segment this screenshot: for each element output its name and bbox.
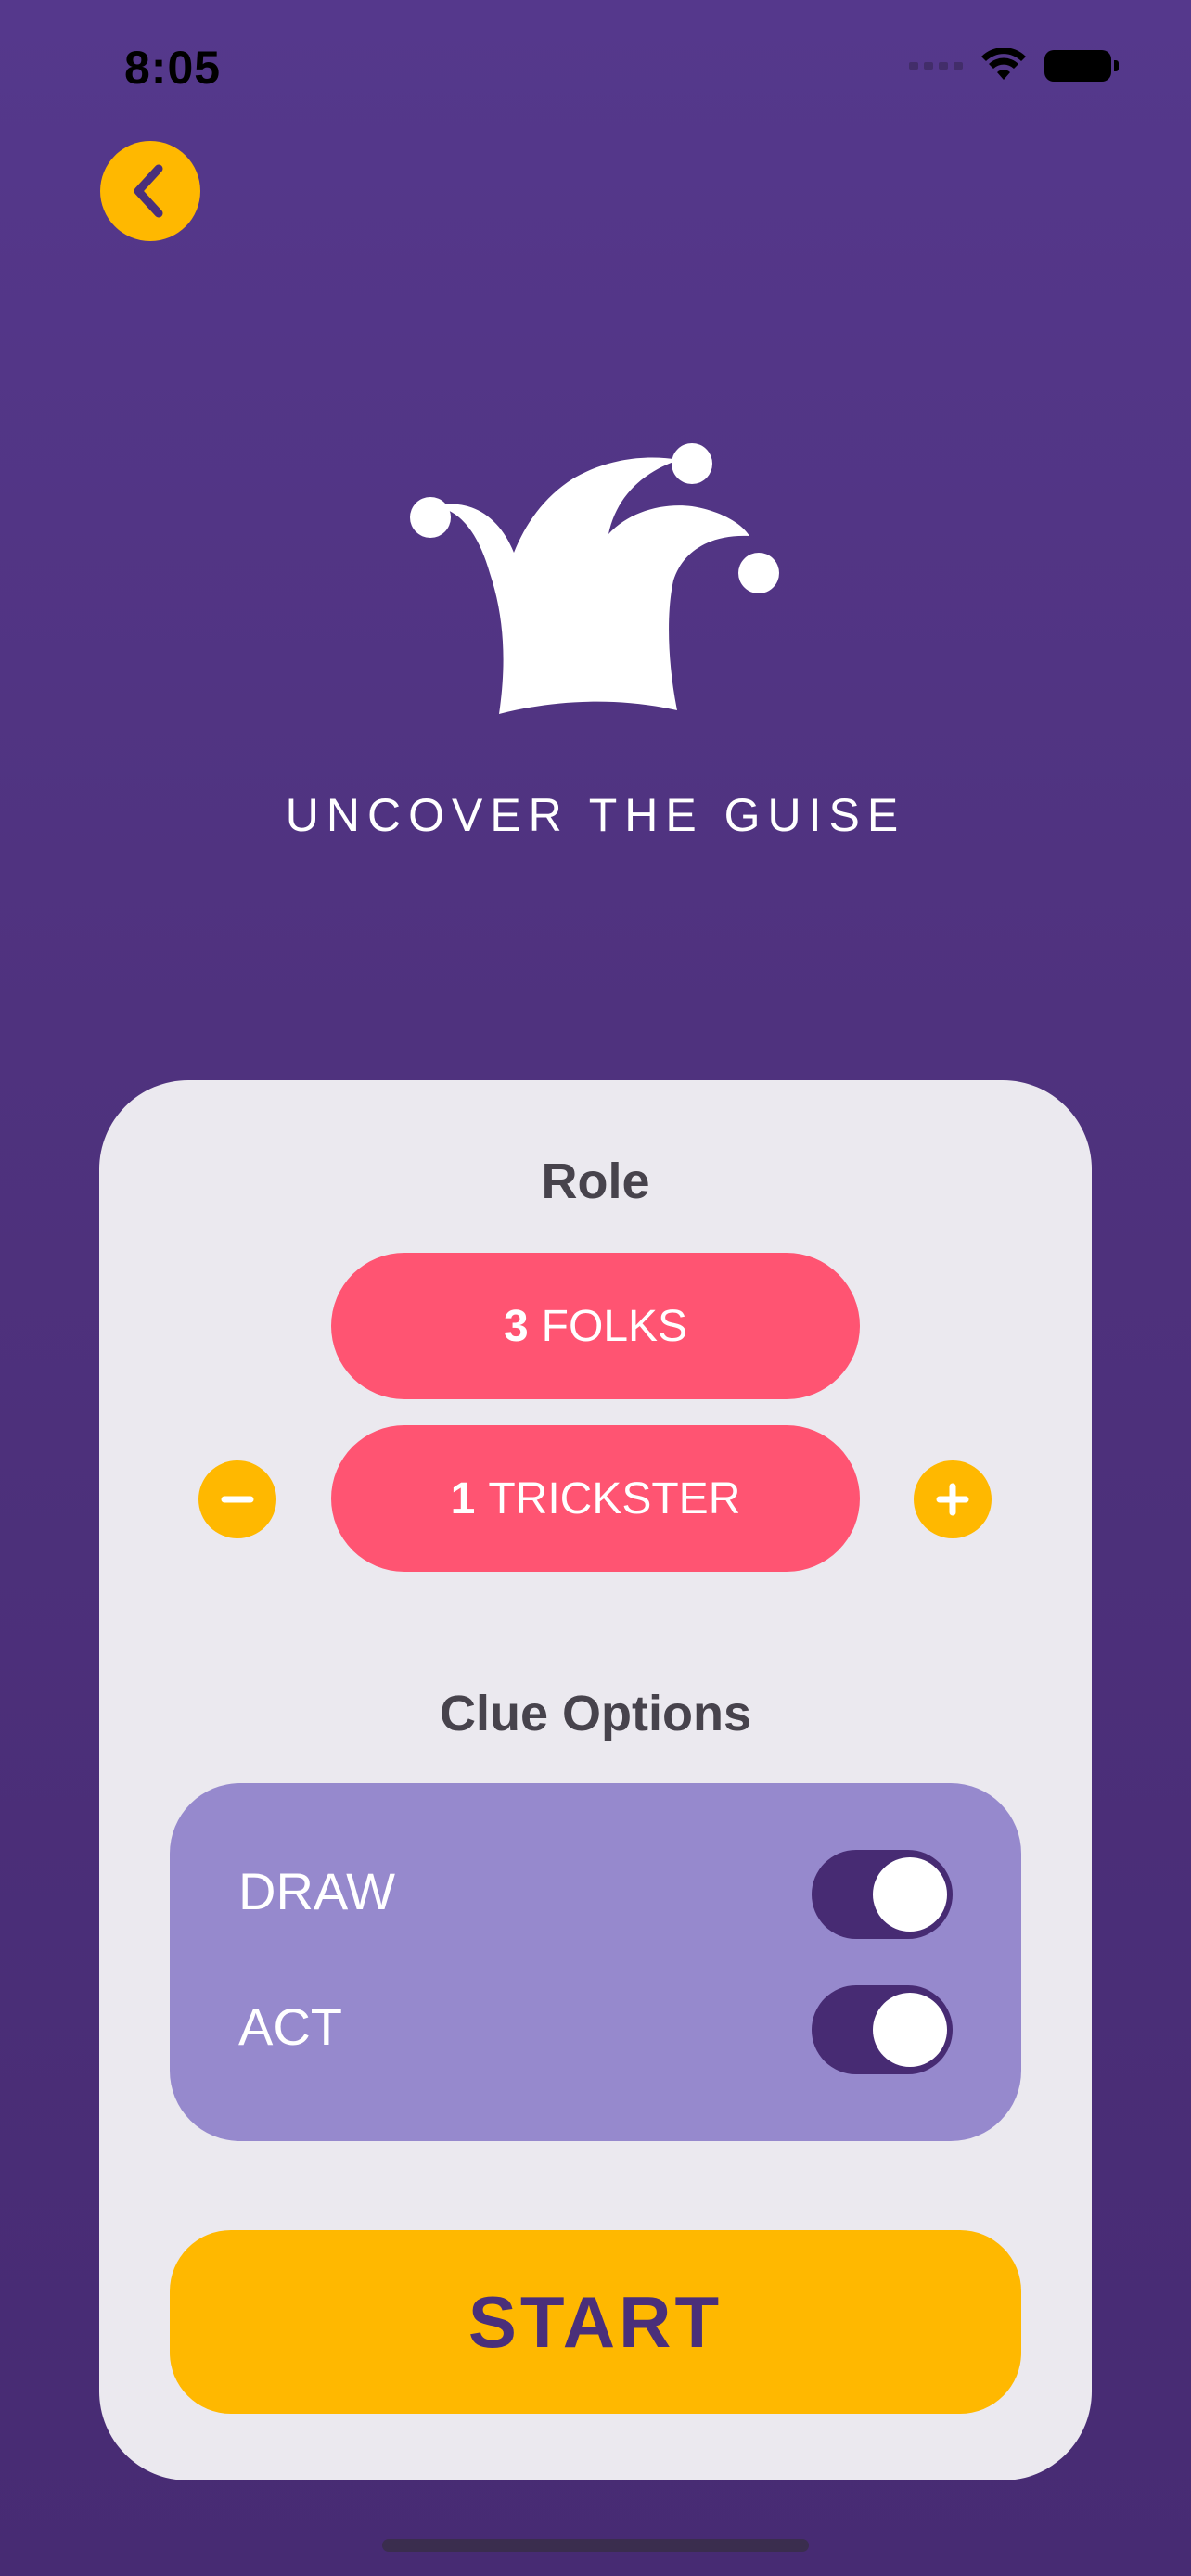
folks-label: FOLKS <box>541 1301 688 1351</box>
tagline: UNCOVER THE GUISE <box>285 789 906 841</box>
start-button[interactable]: START <box>170 2230 1021 2414</box>
home-indicator <box>382 2539 809 2552</box>
settings-card: Role 3 FOLKS 1 TRICKSTER Clue Options DR… <box>99 1080 1092 2480</box>
clue-options-box: DRAW ACT <box>170 1783 1021 2141</box>
decrease-trickster-button[interactable] <box>198 1460 276 1538</box>
clue-options-title: Clue Options <box>440 1686 751 1741</box>
back-chevron-icon <box>134 164 163 218</box>
option-draw-label: DRAW <box>238 1862 396 1920</box>
status-indicators <box>909 48 1119 83</box>
toggle-knob <box>873 1857 947 1932</box>
trickster-pill: 1 TRICKSTER <box>331 1425 860 1572</box>
jester-hat-icon <box>410 443 779 714</box>
option-act-label: ACT <box>238 1997 342 2056</box>
role-title: Role <box>541 1154 650 1209</box>
folks-count: 3 <box>503 1301 529 1351</box>
battery-icon <box>1044 50 1119 82</box>
trickster-count: 1 <box>450 1473 476 1524</box>
increase-trickster-button[interactable] <box>914 1460 992 1538</box>
trickster-label: TRICKSTER <box>488 1473 741 1524</box>
option-act-toggle[interactable] <box>812 1985 953 2074</box>
wifi-icon <box>981 48 1026 80</box>
signal-icon <box>909 62 963 70</box>
option-draw-toggle[interactable] <box>812 1850 953 1939</box>
status-time: 8:05 <box>124 42 222 94</box>
minus-icon <box>221 1496 254 1503</box>
toggle-knob <box>873 1993 947 2067</box>
folks-pill: 3 FOLKS <box>331 1253 860 1399</box>
plus-icon <box>936 1483 969 1516</box>
back-button[interactable] <box>100 141 200 241</box>
